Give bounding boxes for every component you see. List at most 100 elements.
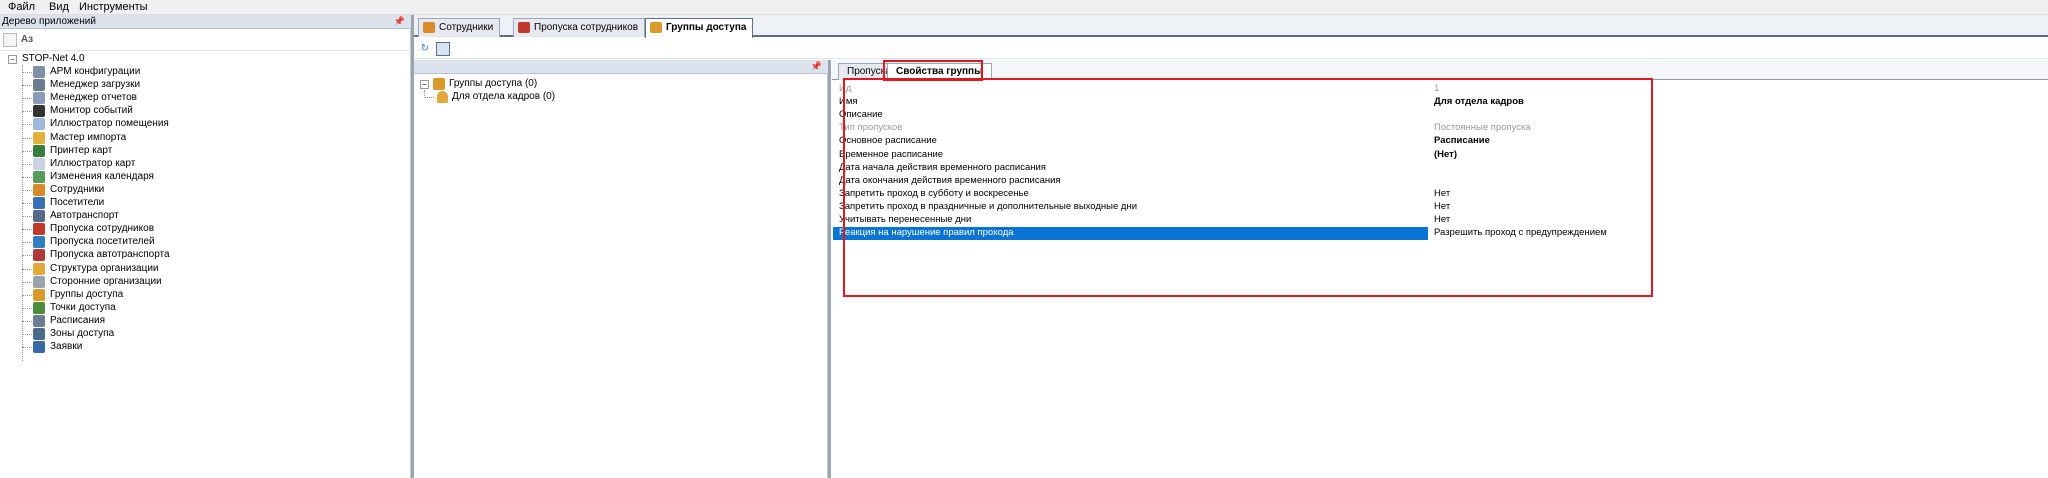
- tree-connector: [22, 268, 32, 270]
- tree-connector: [424, 97, 434, 98]
- tree-item-label: Посетители: [50, 197, 105, 208]
- tree-item[interactable]: Иллюстратор помещения: [22, 118, 382, 131]
- pin-icon[interactable]: 📌: [394, 16, 405, 27]
- tree-item-icon: [33, 249, 45, 262]
- groups-child[interactable]: Для отдела кадров (0): [424, 91, 684, 104]
- tree-item-icon: [33, 118, 45, 131]
- tree-item[interactable]: Пропуска автотранспорта: [22, 249, 382, 262]
- middle-splitter[interactable]: [828, 60, 831, 478]
- tree-connector: [22, 307, 32, 309]
- tree-item[interactable]: Точки доступа: [22, 301, 382, 315]
- tree-item-icon: [33, 301, 45, 314]
- app-tree-title: Дерево приложений: [2, 16, 96, 27]
- menu-bar: Файл Вид Инструменты: [0, 0, 2048, 15]
- tree-item-label: Иллюстратор помещения: [50, 118, 169, 130]
- tab-access-groups[interactable]: Группы доступа: [645, 18, 754, 38]
- tree-connector: [22, 98, 32, 100]
- tree-item-icon: [33, 223, 45, 236]
- tree-item[interactable]: АРМ конфигурации: [22, 66, 382, 79]
- tree-item[interactable]: Менеджер отчетов: [22, 92, 382, 105]
- tree-connector: [22, 176, 32, 178]
- sub-tabs: Пропуска Свойства группы: [832, 60, 2048, 81]
- groups-pane: 📌 − Группы доступа (0) Для отдела кадров…: [414, 60, 828, 478]
- tree-item-icon: [33, 314, 45, 327]
- tab-employees-label: Сотрудники: [439, 22, 494, 33]
- tree-item[interactable]: Иллюстратор карт: [22, 157, 382, 171]
- tree-connector: [22, 124, 32, 126]
- tree-item-label: Расписания: [50, 314, 105, 326]
- tree-connector: [22, 294, 32, 296]
- tree-connector: [22, 137, 32, 139]
- tab-employee-passes[interactable]: Пропуска сотрудников: [513, 18, 646, 37]
- document-tabs: Сотрудники Пропуска сотрудников Группы д…: [414, 15, 2048, 38]
- sort-alpha-icon[interactable]: Аз: [20, 33, 34, 47]
- tree-item[interactable]: Расписания: [22, 314, 382, 328]
- tree-connector: [22, 150, 32, 152]
- tree-item[interactable]: Сотрудники: [22, 183, 382, 197]
- access-group-folder-icon: [433, 78, 445, 90]
- tree-item-label: Пропуска автотранспорта: [50, 249, 170, 261]
- tree-item-label: Изменения календаря: [50, 170, 154, 182]
- properties-icon[interactable]: [3, 33, 17, 47]
- tree-item-label: Точки доступа: [50, 301, 116, 313]
- groups-pane-header: 📌: [414, 60, 828, 74]
- menu-file[interactable]: Файл: [8, 1, 35, 13]
- app-tree-toolbar: Аз: [0, 30, 411, 51]
- tree-item[interactable]: Структура организации: [22, 262, 382, 276]
- tree-item-icon: [33, 328, 45, 340]
- tree-item-icon: [33, 288, 45, 301]
- tree-item-icon: [33, 236, 45, 249]
- tree-item-label: Пропуска сотрудников: [50, 223, 155, 235]
- app-tree-pane: Дерево приложений 📌 Аз − STOP-Net 4.0 АР…: [0, 15, 411, 478]
- tree-item[interactable]: Автотранспорт: [22, 210, 382, 223]
- tree-connector: [22, 216, 32, 218]
- pin-icon[interactable]: 📌: [811, 61, 822, 72]
- tab-employees[interactable]: Сотрудники: [418, 18, 501, 37]
- groups-root-label: Группы доступа (0): [449, 78, 538, 89]
- tree-item[interactable]: Изменения календаря: [22, 170, 382, 184]
- tree-item-icon: [33, 131, 45, 144]
- tree-item-label: Менеджер отчетов: [50, 92, 137, 104]
- tree-item-label: Зоны доступа: [50, 328, 115, 339]
- menu-tools[interactable]: Инструменты: [79, 1, 148, 13]
- tree-item[interactable]: Пропуска сотрудников: [22, 223, 382, 236]
- refresh-icon[interactable]: ↻: [418, 42, 432, 56]
- menu-view[interactable]: Вид: [49, 1, 69, 13]
- tree-connector: [22, 281, 32, 283]
- tree-item-label: Иллюстратор карт: [50, 157, 136, 169]
- highlight-grid-box: [843, 78, 1653, 297]
- tree-item-label: Автотранспорт: [50, 210, 119, 222]
- tree-item[interactable]: Принтер карт: [22, 144, 382, 158]
- groups-root[interactable]: − Группы доступа (0): [420, 78, 660, 91]
- tree-item[interactable]: Менеджер загрузки: [22, 79, 382, 92]
- tree-item[interactable]: Сторонние организации: [22, 275, 382, 289]
- tree-item[interactable]: Пропуска посетителей: [22, 236, 382, 249]
- tree-item-label: АРМ конфигурации: [50, 66, 141, 77]
- tree-item-label: Мастер импорта: [50, 131, 127, 143]
- tree-item-label: Монитор событий: [50, 105, 133, 117]
- tree-item[interactable]: Группы доступа: [22, 288, 382, 302]
- tree-item-label: Сотрудники: [50, 183, 105, 195]
- tree-item[interactable]: Мастер импорта: [22, 131, 382, 145]
- edit-icon[interactable]: [436, 42, 450, 56]
- tree-item[interactable]: Монитор событий: [22, 105, 382, 118]
- tree-item-label: Принтер карт: [50, 144, 113, 156]
- tree-connector: [22, 111, 32, 113]
- tree-item-icon: [33, 105, 45, 118]
- tree-item-label: Пропуска посетителей: [50, 236, 155, 248]
- collapse-icon[interactable]: −: [420, 80, 429, 89]
- tree-connector: [22, 347, 32, 349]
- tab-access-groups-label: Группы доступа: [666, 22, 747, 33]
- tree-item-icon: [33, 144, 45, 157]
- tree-item[interactable]: Зоны доступа: [22, 328, 382, 341]
- collapse-icon[interactable]: −: [8, 55, 17, 64]
- tree-item-icon: [33, 210, 45, 223]
- tree-connector: [22, 203, 32, 204]
- tree-item-icon: [33, 197, 45, 209]
- tree-item[interactable]: Заявки: [22, 341, 382, 354]
- tree-item[interactable]: Посетители: [22, 197, 382, 210]
- tree-item-icon: [33, 170, 45, 183]
- tree-item-label: Менеджер загрузки: [50, 79, 141, 91]
- tree-connector: [22, 320, 32, 322]
- tree-connector: [22, 255, 32, 257]
